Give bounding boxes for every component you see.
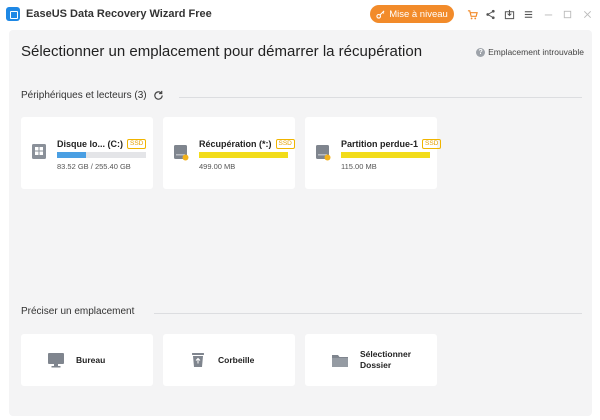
drive-icon <box>174 145 189 161</box>
drive-usage-bar <box>341 152 430 158</box>
key-icon <box>376 10 385 19</box>
locations-divider <box>154 313 582 314</box>
drive-usage-fill <box>341 152 430 158</box>
devices-heading: Périphériques et lecteurs (3) <box>21 90 164 101</box>
drive-size: 83.52 GB / 255.40 GB <box>57 162 131 171</box>
window-title: EaseUS Data Recovery Wizard Free <box>26 8 212 20</box>
location-recycle-bin[interactable]: Corbeille <box>163 334 295 386</box>
drive-usage-fill <box>57 152 87 158</box>
help-icon: ? <box>476 47 486 57</box>
ssd-badge: SSD <box>422 139 442 149</box>
cart-icon[interactable] <box>465 7 479 21</box>
monitor-icon <box>48 353 64 368</box>
location-not-found-label: Emplacement introuvable <box>488 47 584 57</box>
location-label: Sélectionner Dossier <box>360 349 412 370</box>
title-bar: EaseUS Data Recovery Wizard Free Mise à … <box>0 0 600 28</box>
export-icon[interactable] <box>502 7 516 21</box>
location-select-folder[interactable]: Sélectionner Dossier <box>305 334 437 386</box>
drive-usage-bar <box>199 152 288 158</box>
locations-heading: Préciser un emplacement <box>21 306 134 317</box>
drive-usage-bar <box>57 152 146 158</box>
main-panel: Sélectionner un emplacement pour démarre… <box>9 30 592 416</box>
recycle-bin-icon <box>192 353 204 367</box>
devices-heading-label: Périphériques et lecteurs (3) <box>21 90 147 101</box>
location-not-found-link[interactable]: ? Emplacement introuvable <box>476 47 584 57</box>
drive-size: 499.00 MB <box>199 162 236 171</box>
drive-card-lost-partition[interactable]: Partition perdue-1 SSD 115.00 MB <box>305 117 442 189</box>
refresh-icon[interactable] <box>153 90 164 101</box>
drive-name: Récupération (*:) SSD <box>199 139 295 149</box>
upgrade-button[interactable]: Mise à niveau <box>370 5 454 23</box>
share-icon[interactable] <box>483 7 497 21</box>
drive-usage-fill <box>199 152 288 158</box>
devices-divider <box>179 97 582 98</box>
maximize-icon[interactable] <box>560 7 574 21</box>
page-title: Sélectionner un emplacement pour démarre… <box>21 43 423 60</box>
menu-icon[interactable] <box>521 7 535 21</box>
location-desktop[interactable]: Bureau <box>21 334 153 386</box>
location-label: Corbeille <box>218 355 255 365</box>
ssd-badge: SSD <box>127 139 147 149</box>
locations-heading-label: Préciser un emplacement <box>21 306 135 317</box>
drive-name: Disque lo... (C:) SSD <box>57 139 147 149</box>
location-label: Bureau <box>76 355 106 365</box>
drive-size: 115.00 MB <box>341 162 377 171</box>
drive-card-recovery[interactable]: Récupération (*:) SSD 499.00 MB <box>163 117 295 189</box>
folder-icon <box>332 355 348 367</box>
windows-drive-icon <box>32 144 46 159</box>
ssd-badge: SSD <box>275 139 295 149</box>
drive-card-c[interactable]: Disque lo... (C:) SSD 83.52 GB / 255.40 … <box>21 117 153 189</box>
drive-icon <box>316 145 331 161</box>
drive-name: Partition perdue-1 SSD <box>341 139 442 149</box>
minimize-icon[interactable] <box>541 7 555 21</box>
close-icon[interactable] <box>580 7 594 21</box>
upgrade-label: Mise à niveau <box>389 8 448 20</box>
app-logo <box>6 7 20 21</box>
